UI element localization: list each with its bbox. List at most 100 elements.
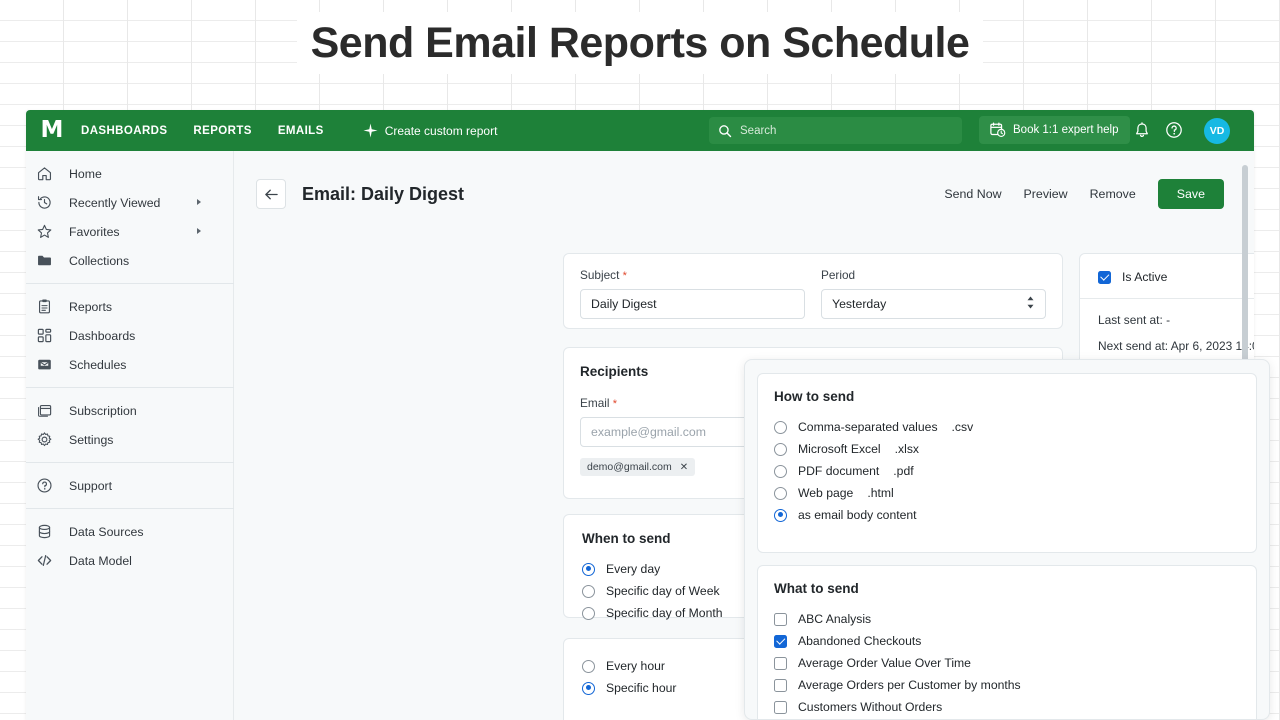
radio-icon [582,659,595,673]
radio-label: Every day [606,562,661,576]
sidebar-item-home[interactable]: Home [26,159,233,188]
format-option-xlsx[interactable]: Microsoft Excel .xlsx [774,438,1256,460]
preview-button[interactable]: Preview [1024,187,1068,201]
recipient-chip-label: demo@gmail.com [587,461,672,473]
format-label: as email body content [798,508,917,522]
send-options-overlay: How to send Comma-separated values .csv … [744,359,1270,720]
is-active-row[interactable]: Is Active [1080,254,1254,298]
sidebar-item-settings[interactable]: Settings [26,425,233,454]
report-label: Abandoned Checkouts [798,634,922,648]
next-send-at: Next send at: Apr 6, 2023 14:00 GMT-4 [1098,339,1254,353]
sidebar-item-data-model[interactable]: Data Model [26,546,233,575]
sidebar-label: Favorites [69,224,120,239]
history-icon [36,194,60,211]
sidebar-label: Support [69,478,113,493]
sidebar: Home Recently Viewed Favorites Collectio… [26,151,234,720]
radio-icon [774,486,787,500]
search-icon [719,124,732,137]
chevron-right-icon [197,228,201,234]
format-label: Microsoft Excel [798,442,881,456]
create-custom-report-button[interactable]: Create custom report [363,123,497,138]
sidebar-item-recently-viewed[interactable]: Recently Viewed [26,188,233,217]
bell-icon [1136,122,1148,137]
database-icon [36,523,60,540]
format-option-pdf[interactable]: PDF document .pdf [774,460,1256,482]
subject-input[interactable]: Daily Digest [580,289,805,319]
sidebar-divider [26,387,234,388]
report-label: Average Order Value Over Time [798,656,971,670]
sidebar-item-dashboards[interactable]: Dashboards [26,321,233,350]
remove-button[interactable]: Remove [1090,187,1136,201]
radio-icon [774,508,787,522]
radio-every-hour[interactable]: Every hour [582,655,676,677]
hour-mode-group: Every hour Specific hour [582,655,676,699]
radio-label: Every hour [606,659,665,673]
report-option-abc-analysis[interactable]: ABC Analysis [774,608,1256,630]
format-extension: .pdf [893,464,914,478]
notifications-button[interactable] [1134,122,1150,144]
format-label: Comma-separated values [798,420,938,434]
report-option-customers-without-orders[interactable]: Customers Without Orders [774,696,1256,718]
nav-emails[interactable]: EMAILS [265,125,337,137]
user-avatar[interactable]: VD [1204,118,1230,144]
book-expert-help-button[interactable]: Book 1:1 expert help [979,116,1130,144]
page-actions: Send Now Preview Remove Save [944,179,1254,209]
radio-icon [582,562,595,576]
sidebar-item-support[interactable]: Support [26,471,233,500]
sidebar-label: Schedules [69,357,127,372]
top-navigation-bar: M DASHBOARDS REPORTS EMAILS Create custo… [26,110,1254,151]
sidebar-label: Data Model [69,553,132,568]
report-label: Average Orders per Customer by months [798,678,1021,692]
last-sent-at: Last sent at: - [1098,313,1171,327]
format-label: PDF document [798,464,880,478]
format-option-html[interactable]: Web page .html [774,482,1256,504]
save-button[interactable]: Save [1157,179,1224,209]
back-button[interactable] [256,179,286,209]
question-circle-icon [1166,122,1182,138]
report-option-average-orders-per-customer[interactable]: Average Orders per Customer by months [774,674,1256,696]
sidebar-label: Reports [69,299,113,314]
sidebar-item-schedules[interactable]: Schedules [26,350,233,379]
app-logo[interactable]: M [36,119,68,142]
hero-banner: Send Email Reports on Schedule [0,12,1280,74]
sidebar-item-favorites[interactable]: Favorites [26,217,233,246]
clipboard-icon [36,298,60,315]
sidebar-divider [26,508,234,509]
nav-reports[interactable]: REPORTS [180,125,264,137]
radio-icon [582,584,595,598]
radio-icon [774,464,787,478]
sidebar-item-collections[interactable]: Collections [26,246,233,275]
how-to-send-title: How to send [774,389,855,404]
period-field-group: Period Yesterday [821,268,1046,319]
sidebar-label: Data Sources [69,524,144,539]
send-now-button[interactable]: Send Now [944,187,1001,201]
period-select[interactable]: Yesterday [821,289,1046,319]
subject-field-group: Subject * Daily Digest [580,268,805,319]
sidebar-label: Recently Viewed [69,195,161,210]
checkbox-icon [774,700,787,714]
calendar-clock-icon [990,122,1006,137]
format-option-csv[interactable]: Comma-separated values .csv [774,416,1256,438]
sidebar-item-subscription[interactable]: Subscription [26,396,233,425]
nav-dashboards[interactable]: DASHBOARDS [68,125,180,137]
page-header: Email: Daily Digest Send Now Preview Rem… [234,151,1254,219]
help-button[interactable] [1165,121,1183,144]
radio-specific-hour[interactable]: Specific hour [582,677,676,699]
subject-period-card: Subject * Daily Digest Period Yesterday [563,253,1063,329]
radio-icon [582,606,595,620]
format-extension: .html [867,486,894,500]
format-label: Web page [798,486,854,500]
report-option-average-order-value[interactable]: Average Order Value Over Time [774,652,1256,674]
format-option-email-body[interactable]: as email body content [774,504,1256,526]
sidebar-item-reports[interactable]: Reports [26,292,233,321]
report-option-abandoned-checkouts[interactable]: Abandoned Checkouts [774,630,1256,652]
radio-icon [774,442,787,456]
checkbox-icon [1098,270,1111,284]
close-icon[interactable]: ✕ [680,462,688,473]
sidebar-item-data-sources[interactable]: Data Sources [26,517,233,546]
checkbox-icon [774,634,787,648]
code-icon [36,552,60,569]
grid-icon [36,327,60,344]
search-input[interactable]: Search [709,117,962,144]
report-label: ABC Analysis [798,612,872,626]
